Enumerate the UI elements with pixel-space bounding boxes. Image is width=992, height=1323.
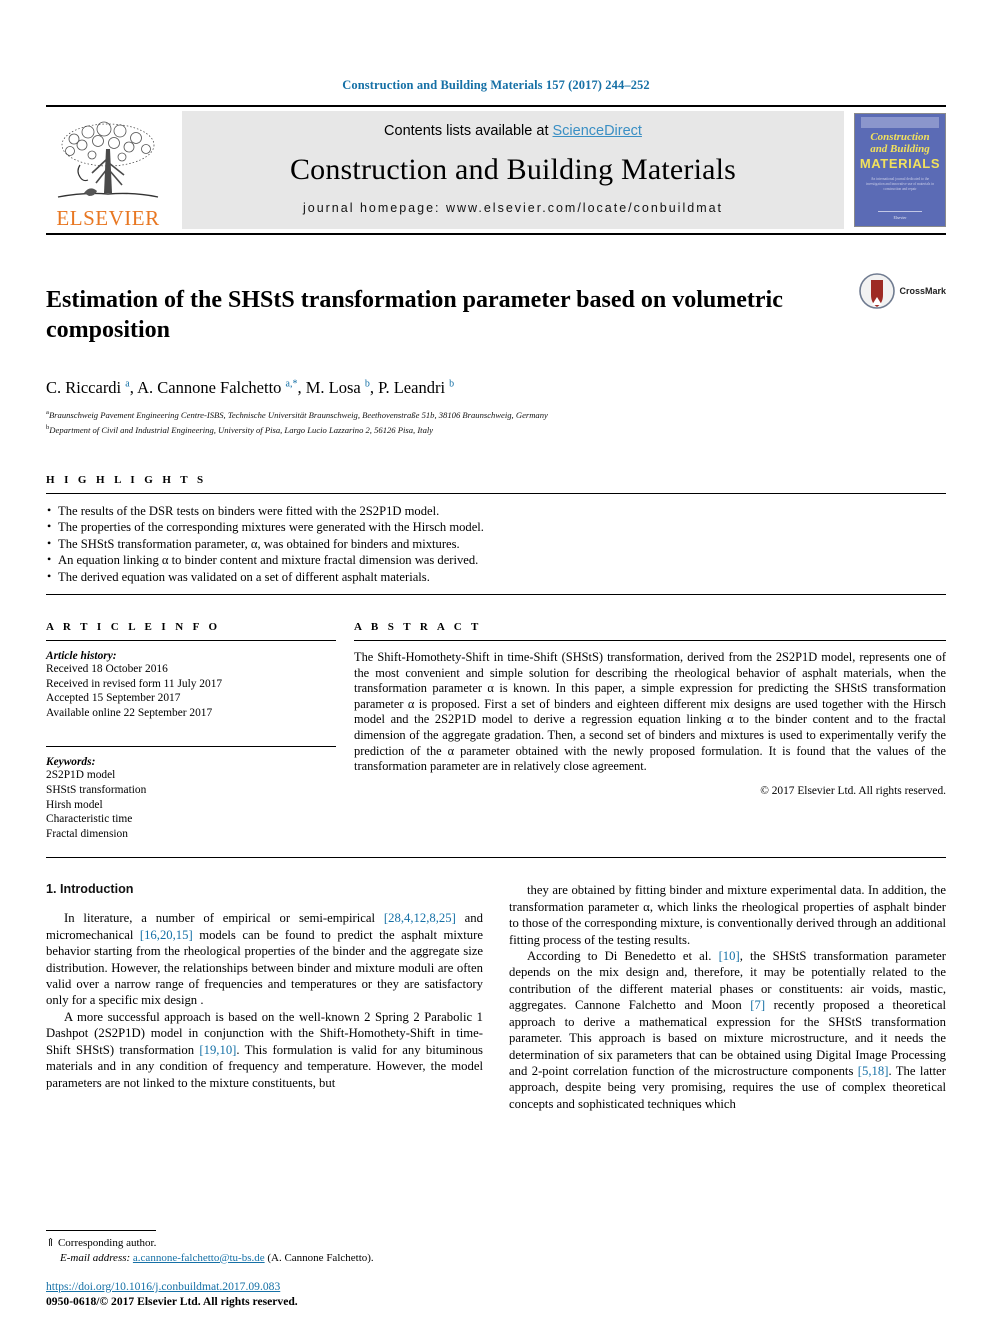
crossmark-icon — [859, 273, 896, 309]
crossmark-badge[interactable]: CrossMark — [859, 269, 946, 309]
journal-cover-thumbnail: Construction and Building MATERIALS An i… — [854, 113, 946, 227]
article-info-heading: A R T I C L E I N F O — [46, 621, 221, 634]
paragraph-text: According to Di Benedetto et al. — [527, 949, 719, 964]
body-paragraph: they are obtained by fitting binder and … — [509, 882, 946, 948]
abstract-copyright: © 2017 Elsevier Ltd. All rights reserved… — [760, 784, 946, 797]
highlights-rule-top — [46, 493, 946, 495]
highlights-list: The results of the DSR tests on binders … — [46, 502, 946, 585]
citation-link[interactable]: [28,4,12,8,25] — [384, 911, 456, 925]
cover-topbar — [861, 117, 939, 128]
masthead-center: Contents lists available at ScienceDirec… — [182, 111, 844, 229]
page-title: Estimation of the SHStS transformation p… — [46, 287, 783, 344]
elsevier-wordmark: ELSEVIER — [56, 206, 160, 230]
crossmark-label: CrossMark — [899, 286, 946, 296]
citation-link[interactable]: [7] — [750, 998, 765, 1012]
cover-divider — [878, 211, 922, 212]
sciencedirect-link[interactable]: ScienceDirect — [553, 123, 642, 139]
keyword-item: 2S2P1D model — [46, 769, 116, 782]
affiliation-text-a: Braunschweig Pavement Engineering Centre… — [48, 410, 548, 421]
cover-line-1: Construction — [870, 131, 930, 143]
article-info-rule — [46, 640, 336, 642]
running-head: Construction and Building Materials 157 … — [342, 78, 650, 92]
corresponding-author-line: ⇑ Corresponding author. — [46, 1236, 476, 1250]
highlight-item: The SHStS transformation parameter, α, w… — [46, 535, 946, 552]
article-history-item: Received in revised form 11 July 2017 — [46, 677, 223, 690]
body-column-left: 1. Introduction In literature, a number … — [46, 882, 483, 1112]
keywords-block: Keywords: 2S2P1D model SHStS transformati… — [46, 746, 336, 841]
corresponding-marker: ⇑ — [46, 1237, 56, 1250]
article-history-item: Available online 22 September 2017 — [46, 706, 213, 719]
keywords-title: Keywords: — [46, 756, 96, 769]
body-paragraph: A more successful approach is based on t… — [46, 1009, 483, 1091]
section-heading-introduction: 1. Introduction — [46, 882, 134, 897]
left-paragraphs: In literature, a number of empirical or … — [46, 910, 483, 1090]
journal-homepage[interactable]: journal homepage: www.elsevier.com/locat… — [303, 201, 723, 215]
affiliation-item: aBraunschweig Pavement Engineering Centr… — [46, 409, 548, 421]
journal-article-page: Construction and Building Materials 157 … — [0, 0, 992, 1323]
article-history-item: Received 18 October 2016 — [46, 663, 168, 676]
corresponding-author-footnote: ⇑ Corresponding author. E-mail address: … — [46, 1230, 476, 1265]
corresponding-text: Corresponding author. — [57, 1237, 157, 1250]
highlight-item: The derived equation was validated on a … — [46, 568, 946, 585]
email-line: E-mail address: a.cannone-falchetto@tu-b… — [46, 1251, 476, 1265]
contents-line: Contents lists available at ScienceDirec… — [384, 123, 642, 139]
journal-masthead: ELSEVIER Contents lists available at Sci… — [46, 105, 946, 235]
title-block: Estimation of the SHStS transformation p… — [46, 269, 946, 361]
paragraph-text: In literature, a number of empirical or … — [64, 911, 384, 926]
affiliation-text-b: Department of Civil and Industrial Engin… — [49, 424, 434, 435]
highlight-item: The properties of the corresponding mixt… — [46, 518, 946, 535]
contents-prefix: Contents lists available at — [384, 123, 553, 139]
doi-block: https://doi.org/10.1016/j.conbuildmat.20… — [46, 1279, 298, 1309]
article-history-title: Article history: — [46, 650, 117, 663]
journal-title: Construction and Building Materials — [289, 153, 737, 186]
citation-link[interactable]: [16,20,15] — [140, 928, 193, 942]
issn-copyright: 0950-0618/© 2017 Elsevier Ltd. All right… — [46, 1295, 298, 1308]
elsevier-logo: ELSEVIER — [46, 107, 170, 233]
keyword-item: Characteristic time — [46, 813, 133, 826]
keyword-item: Fractal dimension — [46, 827, 128, 840]
paragraph-text: they are obtained by fitting binder and … — [509, 883, 946, 947]
body-columns: 1. Introduction In literature, a number … — [46, 882, 946, 1112]
highlights-section: H I G H L I G H T S The results of the D… — [46, 474, 946, 596]
cover-line-2: and Building — [870, 143, 930, 155]
article-history-item: Accepted 15 September 2017 — [46, 692, 181, 705]
affiliation-list: aBraunschweig Pavement Engineering Centr… — [46, 407, 946, 436]
keywords-list: 2S2P1D model SHStS transformation Hirsh mo… — [46, 768, 336, 841]
body-column-right: they are obtained by fitting binder and … — [509, 882, 946, 1112]
elsevier-tree-icon — [57, 121, 159, 198]
cover-blurb: An international journal dedicated to th… — [865, 177, 935, 191]
highlights-heading: H I G H L I G H T S — [46, 474, 207, 487]
citation-link[interactable]: [5,18] — [858, 1064, 889, 1078]
abstract-text: The Shift-Homothety-Shift in time-Shift … — [354, 650, 946, 774]
keywords-rule — [46, 746, 336, 748]
cover-footer-text: Elsevier — [893, 215, 907, 220]
email-link[interactable]: a.cannone-falchetto@tu-bs.de — [133, 1252, 265, 1264]
email-label: E-mail address: — [60, 1251, 131, 1264]
doi-link[interactable]: https://doi.org/10.1016/j.conbuildmat.20… — [46, 1280, 280, 1293]
right-paragraphs: they are obtained by fitting binder and … — [509, 882, 946, 1112]
cover-footer: Elsevier — [855, 211, 945, 220]
article-history-list: Received 18 October 2016 Received in revi… — [46, 662, 336, 720]
email-owner: (A. Cannone Falchetto). — [267, 1251, 374, 1264]
affiliation-item: bDepartment of Civil and Industrial Engi… — [46, 423, 434, 435]
highlight-item: An equation linking α to binder content … — [46, 551, 946, 568]
citation-link[interactable]: [19,10] — [199, 1043, 236, 1057]
info-abstract-section: A R T I C L E I N F O Article history: R… — [46, 621, 946, 841]
keyword-item: SHStS transformation — [46, 784, 147, 797]
author-list: C. Riccardi a, A. Cannone Falchetto a,*,… — [46, 378, 455, 398]
keyword-item: Hirsh model — [46, 798, 103, 811]
abstract-rule — [354, 640, 946, 642]
section-divider — [46, 857, 946, 859]
abstract-column: A B S T R A C T The Shift-Homothety-Shif… — [354, 621, 946, 841]
body-paragraph: In literature, a number of empirical or … — [46, 910, 483, 1008]
footnote-rule — [46, 1230, 156, 1232]
article-info-column: A R T I C L E I N F O Article history: R… — [46, 621, 336, 841]
cover-line-3: MATERIALS — [859, 156, 941, 171]
citation-link[interactable]: [10] — [719, 949, 740, 963]
abstract-heading: A B S T R A C T — [354, 621, 482, 634]
body-paragraph: According to Di Benedetto et al. [10], t… — [509, 948, 946, 1112]
highlights-rule-bottom — [46, 594, 946, 596]
highlight-item: The results of the DSR tests on binders … — [46, 502, 946, 519]
